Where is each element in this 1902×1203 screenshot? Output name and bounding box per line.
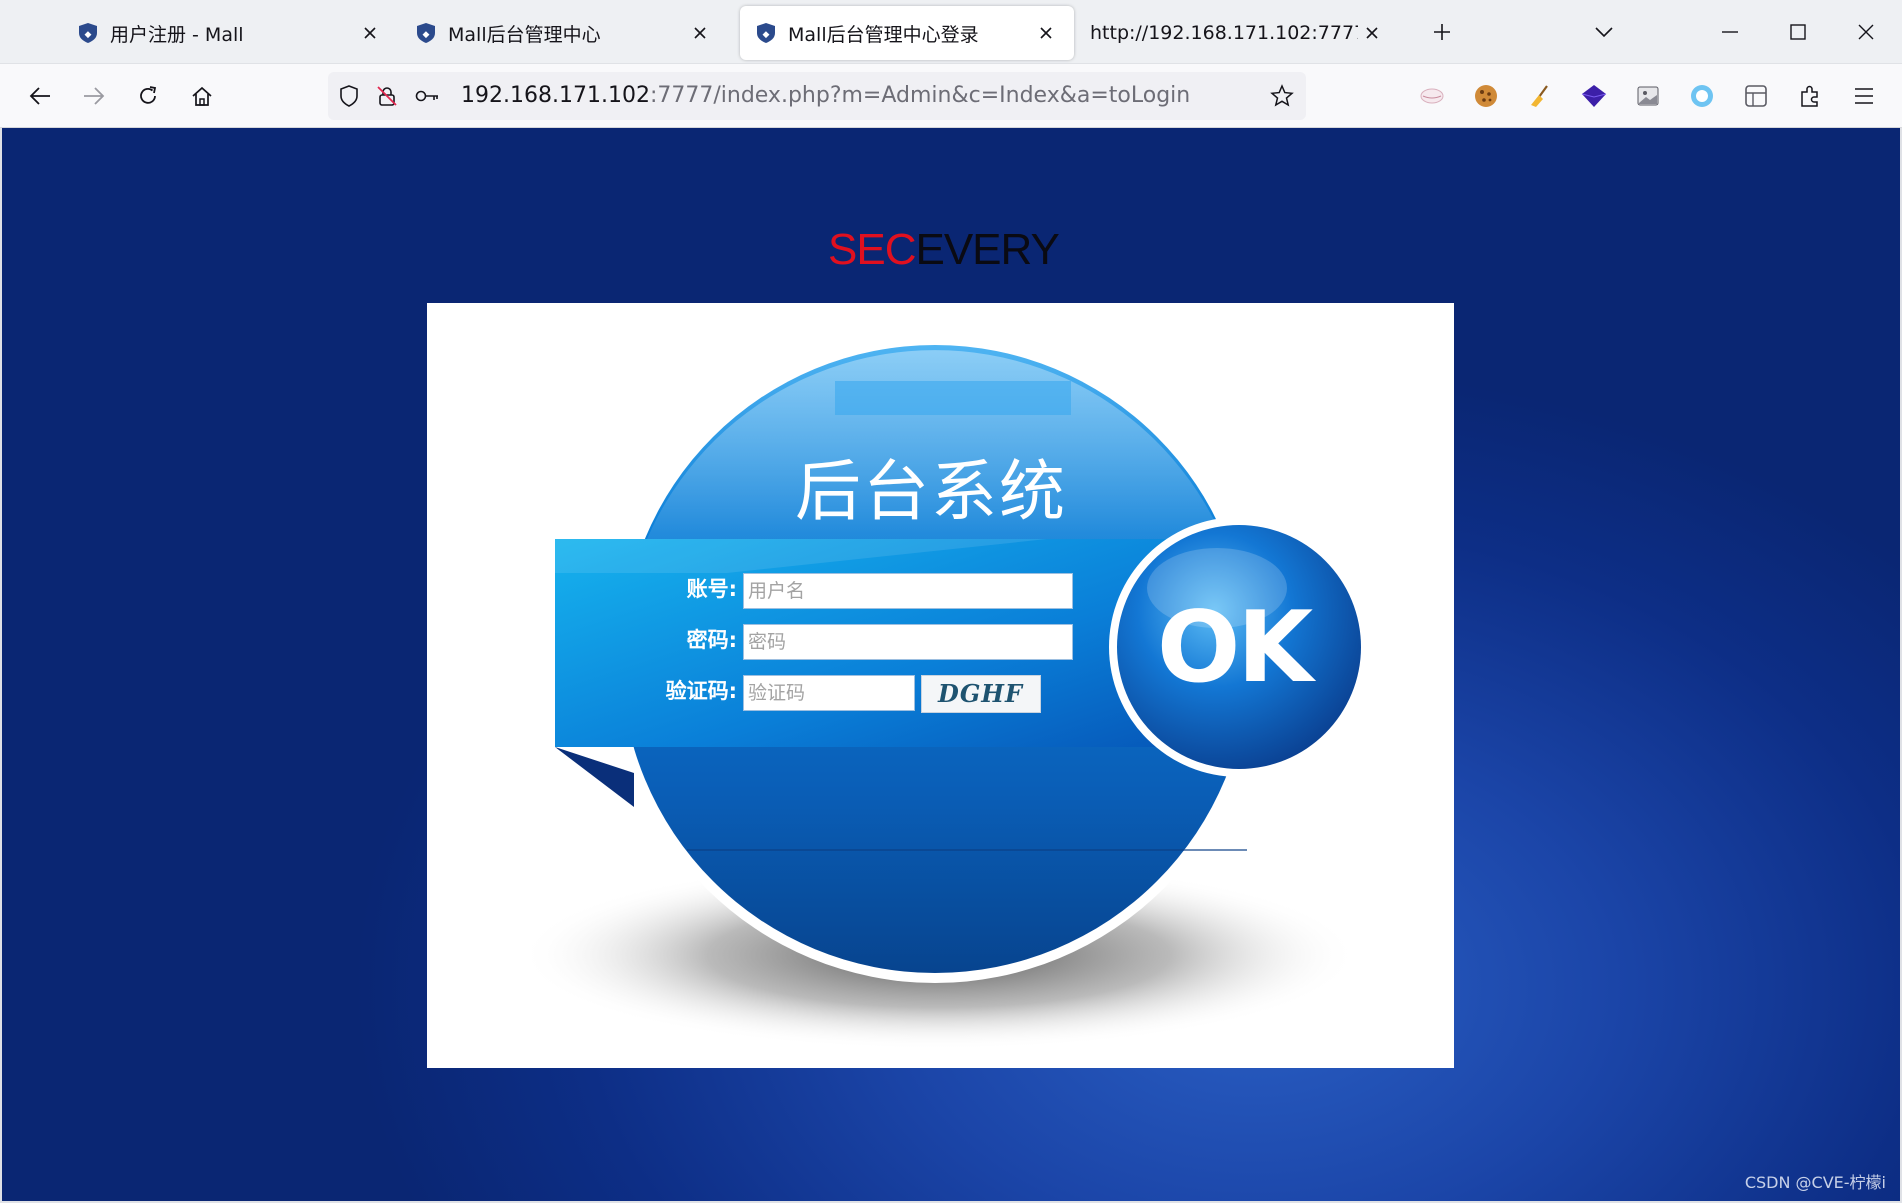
svg-text:◆: ◆	[423, 30, 430, 40]
minimize-icon[interactable]	[1714, 16, 1746, 48]
tab-url-only[interactable]: http://192.168.171.102:7777/inde	[1076, 6, 1400, 60]
shield-favicon-icon: ◆	[76, 21, 100, 45]
list-tabs-chevron-down-icon[interactable]	[1588, 16, 1620, 48]
brand-every-text: EVERY	[915, 225, 1059, 274]
ok-login-button[interactable]: OK	[1117, 525, 1361, 769]
new-tab-plus-icon[interactable]	[1426, 16, 1458, 48]
menu-hamburger-icon[interactable]	[1848, 80, 1880, 112]
password-label: 密码:	[686, 628, 737, 652]
close-icon[interactable]	[686, 19, 714, 47]
captcha-image[interactable]: DGHF	[921, 675, 1041, 713]
extension-lips-icon[interactable]	[1416, 80, 1448, 112]
captcha-code-text: DGHF	[938, 679, 1024, 708]
username-input[interactable]: 用户名	[743, 573, 1073, 609]
broom-icon[interactable]	[1524, 80, 1556, 112]
cookie-icon[interactable]	[1470, 80, 1502, 112]
tab-title: http://192.168.171.102:7777/inde	[1090, 22, 1358, 44]
navigation-toolbar: 192.168.171.102:7777/index.php?m=Admin&c…	[0, 64, 1902, 128]
calculator-extension-icon[interactable]	[1740, 80, 1772, 112]
url-path: :7777/index.php?m=Admin&c=Index&a=toLogi…	[649, 83, 1191, 108]
shield-favicon-icon: ◆	[754, 21, 778, 45]
tab-title: Mall后台管理中心登录	[788, 23, 979, 46]
window-close-icon[interactable]	[1850, 16, 1882, 48]
svg-text:◆: ◆	[85, 30, 92, 40]
captcha-input[interactable]: 验证码	[743, 675, 915, 711]
back-arrow-icon[interactable]	[22, 78, 58, 114]
address-bar[interactable]: 192.168.171.102:7777/index.php?m=Admin&c…	[328, 72, 1306, 120]
watermark-text: CSDN @CVE-柠檬i	[1744, 1173, 1886, 1192]
brand-sec-text: SEC	[828, 225, 916, 274]
tab-title: Mall后台管理中心	[448, 23, 601, 46]
key-permissions-icon[interactable]	[412, 81, 442, 111]
extensions-puzzle-icon[interactable]	[1794, 80, 1826, 112]
blue-circle-extension-icon[interactable]	[1686, 80, 1718, 112]
reload-icon[interactable]	[130, 78, 166, 114]
tab-user-register[interactable]: ◆ 用户注册 - Mall	[48, 6, 398, 60]
close-icon[interactable]	[1032, 19, 1060, 47]
ok-label: OK	[1157, 591, 1313, 705]
system-title: 后台系统	[795, 453, 1067, 530]
page-viewport: SECEVERY 后台系统 账号: 用户名 密码: 密码 验证码: 验证码 DG…	[2, 128, 1900, 1201]
home-icon[interactable]	[184, 78, 220, 114]
insecure-lock-icon[interactable]	[372, 81, 402, 111]
forward-arrow-icon[interactable]	[76, 78, 112, 114]
captcha-label: 验证码:	[665, 679, 737, 703]
purple-diamond-extension-icon[interactable]	[1578, 80, 1610, 112]
url-text[interactable]: 192.168.171.102:7777/index.php?m=Admin&c…	[461, 83, 1190, 108]
tab-admin-login[interactable]: ◆ Mall后台管理中心登录	[740, 6, 1074, 60]
shield-favicon-icon: ◆	[414, 21, 438, 45]
password-input[interactable]: 密码	[743, 624, 1073, 660]
close-icon[interactable]	[1358, 19, 1386, 47]
image-extension-icon[interactable]	[1632, 80, 1664, 112]
maximize-icon[interactable]	[1782, 16, 1814, 48]
tab-title: 用户注册 - Mall	[110, 23, 244, 46]
tracking-shield-icon[interactable]	[334, 81, 364, 111]
login-panel: 后台系统 账号: 用户名 密码: 密码 验证码: 验证码 DGHF OK	[427, 303, 1454, 1068]
tab-admin-center[interactable]: ◆ Mall后台管理中心	[386, 6, 728, 60]
svg-text:◆: ◆	[763, 30, 770, 40]
username-label: 账号:	[686, 577, 737, 601]
bookmark-star-icon[interactable]	[1267, 81, 1297, 111]
brand-logo: SECEVERY	[828, 225, 1060, 274]
url-host: 192.168.171.102	[461, 83, 650, 108]
close-icon[interactable]	[356, 19, 384, 47]
tab-strip: ◆ 用户注册 - Mall ◆ Mall后台管理中心 ◆ Mall后台管理中心登…	[0, 0, 1902, 64]
